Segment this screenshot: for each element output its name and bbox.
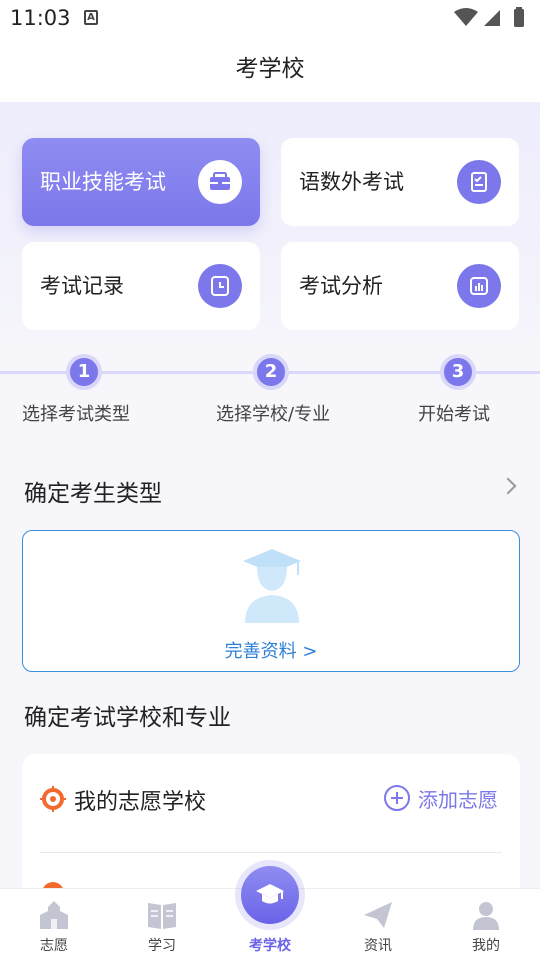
briefcase-icon: [198, 160, 242, 204]
center-exam-school-button[interactable]: [235, 860, 305, 930]
step-connector: [474, 371, 540, 374]
tab-study[interactable]: 学习: [108, 889, 216, 960]
tab-news[interactable]: 资讯: [324, 889, 432, 960]
tab-label: 学习: [148, 938, 176, 954]
app-header: 考学校: [0, 36, 540, 102]
checklist-icon: [457, 160, 501, 204]
tab-volunteer[interactable]: 志愿: [0, 889, 108, 960]
card-label: 语数外考试: [299, 170, 404, 194]
plus-circle-icon: [384, 785, 410, 811]
graduation-cap-icon: [256, 884, 284, 904]
complete-profile-box[interactable]: 完善资料 >: [22, 530, 520, 672]
signal-battery-icon: [454, 7, 524, 27]
step-2-number: 2: [253, 354, 289, 390]
bar-chart-icon: [457, 264, 501, 308]
wish-school-label: 我的志愿学校: [74, 790, 207, 815]
tab-label: 志愿: [40, 938, 68, 954]
step-connector: [0, 371, 70, 374]
status-time: 11:03: [10, 6, 71, 30]
page-title: 考学校: [235, 56, 305, 82]
graduate-avatar-icon: [243, 549, 301, 623]
progress-steps: 1 2 3 选择考试类型 选择学校/专业 开始考试: [0, 352, 540, 432]
exam-analysis-card[interactable]: 考试分析: [281, 242, 519, 330]
vocational-exam-card[interactable]: 职业技能考试: [22, 138, 260, 226]
tab-label: 我的: [472, 938, 500, 954]
target-icon: [40, 786, 66, 812]
step-connector: [286, 371, 442, 374]
card-label: 考试记录: [40, 274, 124, 298]
school-major-title: 确定考试学校和专业: [24, 705, 231, 731]
card-label: 职业技能考试: [40, 170, 166, 194]
paper-plane-icon: [364, 902, 392, 928]
add-wish-button[interactable]: 添加志愿: [384, 784, 498, 812]
step-3-label: 开始考试: [418, 404, 490, 425]
step-connector: [100, 371, 260, 374]
exam-records-card[interactable]: 考试记录: [22, 242, 260, 330]
tab-mine[interactable]: 我的: [432, 889, 540, 960]
school-building-icon: [40, 901, 68, 929]
book-icon: [148, 903, 176, 929]
feature-card-area: 职业技能考试 语数外考试 考试记录 考试分析: [0, 102, 540, 350]
notification-badge-icon: A: [84, 10, 98, 25]
tab-label: 资讯: [364, 938, 392, 954]
status-bar: 11:03 A: [0, 0, 540, 36]
chevron-right-icon[interactable]: [499, 477, 517, 495]
clock-icon: [198, 264, 242, 308]
complete-profile-link[interactable]: 完善资料 >: [23, 637, 519, 663]
divider: [40, 852, 502, 853]
card-label: 考试分析: [299, 274, 383, 298]
step-1-label: 选择考试类型: [22, 404, 130, 425]
add-wish-label: 添加志愿: [418, 787, 498, 812]
person-icon: [473, 902, 499, 930]
center-button-inner: [241, 866, 299, 924]
step-3-number: 3: [440, 354, 476, 390]
step-1-number: 1: [66, 354, 102, 390]
tab-label: 考学校: [249, 938, 291, 954]
step-2-label: 选择学校/专业: [216, 404, 331, 425]
student-type-title[interactable]: 确定考生类型: [24, 474, 162, 508]
chinese-math-english-exam-card[interactable]: 语数外考试: [281, 138, 519, 226]
